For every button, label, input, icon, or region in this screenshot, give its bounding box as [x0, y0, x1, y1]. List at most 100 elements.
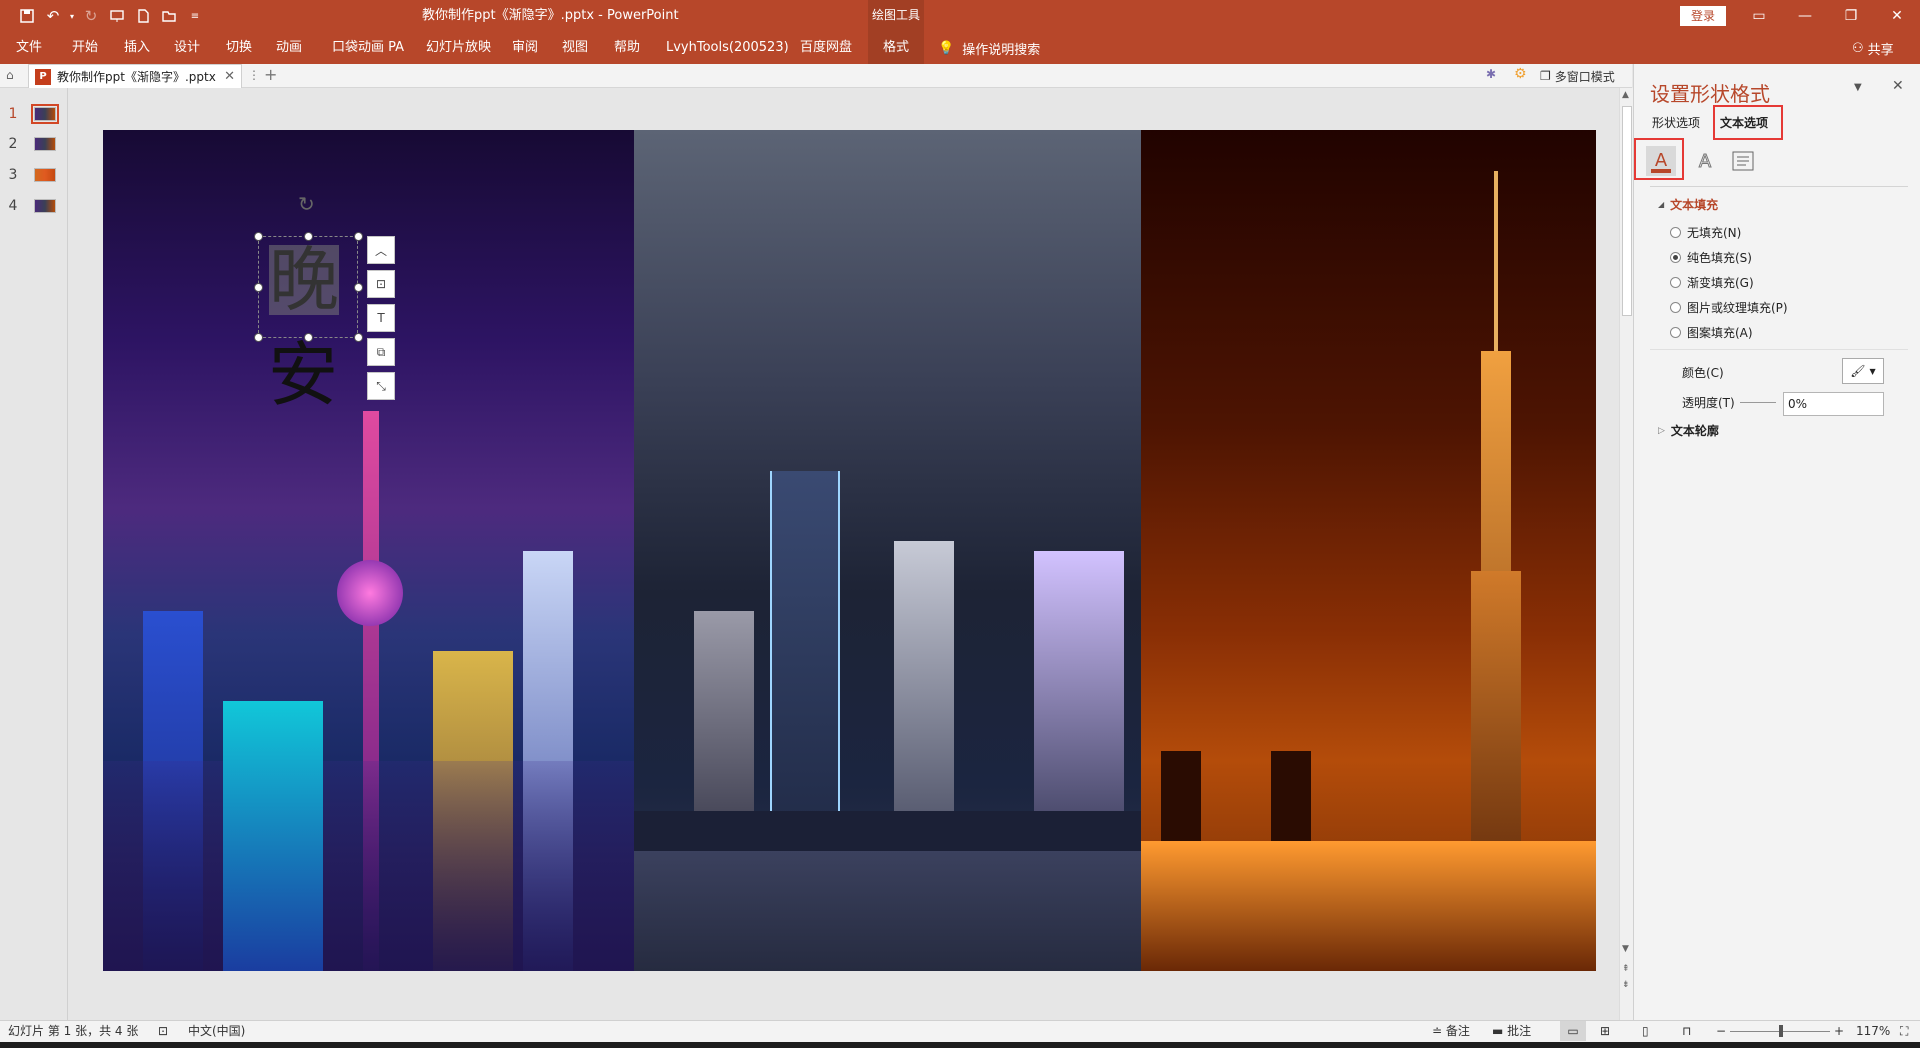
undo-icon[interactable]: ↶ — [40, 3, 66, 29]
text-box-selection[interactable]: 晚 — [258, 236, 358, 338]
tab-view[interactable]: 视图 — [562, 32, 588, 64]
new-tab-icon[interactable]: + — [264, 65, 277, 84]
zoom-in-icon[interactable]: + — [1834, 1021, 1844, 1041]
redo-icon[interactable]: ↻ — [78, 3, 104, 29]
notes-button[interactable]: ≐ 备注 — [1432, 1021, 1470, 1041]
radio-dot — [1670, 252, 1681, 263]
next-slide-icon[interactable]: ⇟ — [1622, 980, 1630, 990]
tab-menu-icon[interactable]: ⋮ — [248, 68, 260, 82]
tab-home[interactable]: 开始 — [72, 32, 98, 64]
tab-transitions[interactable]: 切换 — [226, 32, 252, 64]
normal-view-icon[interactable]: ▭ — [1560, 1021, 1586, 1041]
divider — [1650, 186, 1908, 187]
language-indicator[interactable]: 中文(中国) — [188, 1021, 245, 1041]
zoom-slider-thumb[interactable] — [1779, 1025, 1783, 1037]
restore-icon[interactable]: ❐ — [1828, 0, 1874, 32]
slide-sorter-icon[interactable]: ⊞ — [1600, 1021, 1610, 1041]
fit-slide-icon[interactable]: ⛶ — [1900, 1021, 1908, 1041]
tab-baidu-netdisk[interactable]: 百度网盘 — [800, 32, 852, 64]
prev-slide-icon[interactable]: ⇞ — [1622, 964, 1630, 974]
tell-me-search[interactable]: 💡 操作说明搜索 — [938, 32, 1040, 64]
present-icon[interactable] — [104, 3, 130, 29]
close-tab-icon[interactable]: ✕ — [224, 69, 235, 84]
undo-dropdown-icon[interactable]: ▾ — [66, 3, 78, 29]
resize-handle[interactable] — [354, 232, 363, 241]
slideshow-view-icon[interactable]: ⊓ — [1682, 1021, 1691, 1041]
resize-handle[interactable] — [354, 283, 363, 292]
powerpoint-icon: P — [35, 68, 51, 85]
pin-icon[interactable]: ✱ — [1486, 67, 1496, 81]
section-text-fill[interactable]: ◢ 文本填充 — [1658, 196, 1718, 213]
zoom-out-icon[interactable]: − — [1716, 1021, 1726, 1041]
radio-no-fill[interactable]: 无填充(N) — [1670, 224, 1741, 241]
resize-handle[interactable] — [354, 333, 363, 342]
rotate-handle-icon[interactable]: ↻ — [298, 192, 315, 216]
zoom-level[interactable]: 117% — [1856, 1021, 1890, 1041]
slide-thumbnail[interactable]: 4 — [0, 194, 68, 218]
settings-icon[interactable]: ⚙ — [1514, 66, 1527, 82]
format-shape-icon[interactable]: ⤡ — [367, 372, 395, 400]
tab-insert[interactable]: 插入 — [124, 32, 150, 64]
resize-handle[interactable] — [254, 283, 263, 292]
text-options-icon[interactable]: T — [367, 304, 395, 332]
tab-review[interactable]: 审阅 — [512, 32, 538, 64]
tab-design[interactable]: 设计 — [174, 32, 200, 64]
tab-shape-options[interactable]: 形状选项 — [1652, 114, 1700, 131]
transparency-slider[interactable] — [1740, 402, 1776, 403]
resize-handle[interactable] — [254, 333, 263, 342]
tab-lvyhtools[interactable]: LvyhTools(200523) — [666, 32, 789, 64]
open-folder-icon[interactable] — [156, 3, 182, 29]
comments-button[interactable]: ▬ 批注 — [1492, 1021, 1531, 1041]
minimize-icon[interactable]: — — [1782, 0, 1828, 32]
tab-pocket-animation[interactable]: 口袋动画 PA — [332, 32, 404, 64]
vertical-scrollbar[interactable]: ▲ ▼ ⇞ ⇟ — [1619, 88, 1633, 1020]
scroll-thumb[interactable] — [1622, 106, 1632, 316]
share-button[interactable]: ⚇ 共享 — [1852, 32, 1894, 64]
reading-view-icon[interactable]: ▯ — [1642, 1021, 1649, 1041]
color-picker-button[interactable]: 🖌 ▼ — [1842, 358, 1884, 384]
slide[interactable]: 晚 安 ↻ ︿ ⊡ T ⧉ ⤡ — [103, 130, 1596, 971]
tab-animations[interactable]: 动画 — [276, 32, 302, 64]
scroll-up-icon[interactable]: ▲ — [1622, 90, 1629, 100]
textbox-icon[interactable] — [1728, 146, 1758, 176]
scroll-down-icon[interactable]: ▼ — [1622, 944, 1629, 954]
pane-options-icon[interactable]: ▼ — [1854, 82, 1862, 93]
pane-close-icon[interactable]: ✕ — [1892, 78, 1904, 94]
save-icon[interactable] — [14, 3, 40, 29]
tab-help[interactable]: 帮助 — [614, 32, 640, 64]
login-button[interactable]: 登录 — [1680, 6, 1726, 26]
document-title: 教你制作ppt《渐隐字》.pptx - PowerPoint — [422, 8, 679, 23]
resize-handle[interactable] — [304, 333, 313, 342]
multi-window-button[interactable]: ❐ 多窗口模式 — [1540, 64, 1615, 88]
radio-solid-fill[interactable]: 纯色填充(S) — [1670, 249, 1752, 266]
radio-pattern-fill[interactable]: 图案填充(A) — [1670, 324, 1753, 341]
section-text-fill-label: 文本填充 — [1670, 198, 1719, 212]
tab-file[interactable]: 文件 — [16, 32, 42, 64]
city-photo-hongkong — [634, 130, 1141, 971]
radio-gradient-fill[interactable]: 渐变填充(G) — [1670, 274, 1754, 291]
home-icon[interactable]: ⌂ — [6, 68, 14, 82]
ribbon-display-icon[interactable]: ▭ — [1736, 0, 1782, 32]
transparency-input[interactable]: 0% — [1783, 392, 1884, 416]
close-window-icon[interactable]: ✕ — [1874, 0, 1920, 32]
slide-thumbnail[interactable]: 2 — [0, 132, 68, 156]
customize-qat-icon[interactable]: ≡ — [182, 3, 208, 29]
arrange-icon[interactable]: ⧉ — [367, 338, 395, 366]
tab-slideshow[interactable]: 幻灯片放映 — [426, 32, 491, 64]
text-effects-icon[interactable]: A — [1690, 146, 1720, 176]
resize-handle[interactable] — [254, 232, 263, 241]
collapse-icon[interactable]: ︿ — [367, 236, 395, 264]
tab-format[interactable]: 格式 — [868, 32, 924, 64]
slide-char-an[interactable]: 安 — [268, 340, 338, 410]
accessibility-icon[interactable]: ⊡ — [158, 1021, 168, 1041]
resize-handle[interactable] — [304, 232, 313, 241]
radio-picture-fill[interactable]: 图片或纹理填充(P) — [1670, 299, 1788, 316]
slide-thumbnail[interactable]: 1 — [0, 102, 68, 126]
highlight-box — [1713, 105, 1783, 140]
lightbulb-icon: 💡 — [938, 40, 955, 56]
slide-thumbnail[interactable]: 3 — [0, 163, 68, 187]
document-tab[interactable]: P 教你制作ppt《渐隐字》.pptx ✕ — [28, 64, 242, 88]
layout-options-icon[interactable]: ⊡ — [367, 270, 395, 298]
section-text-outline[interactable]: ▷ 文本轮廓 — [1658, 422, 1719, 439]
new-file-icon[interactable] — [130, 3, 156, 29]
